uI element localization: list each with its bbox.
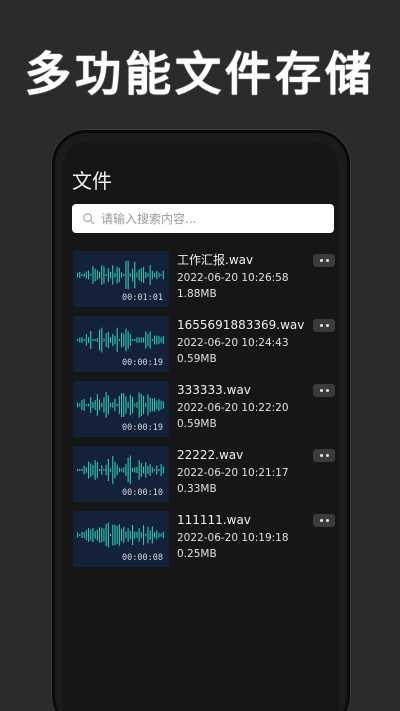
search-bar[interactable] <box>72 204 334 233</box>
duration-label: 00:01:01 <box>122 293 163 303</box>
file-row[interactable]: 00:00:10 22222.wav 2022-06-20 10:21:17 0… <box>73 446 335 503</box>
file-size: 0.59MB <box>177 353 217 365</box>
file-row[interactable]: 00:00:19 333333.wav 2022-06-20 10:22:20 … <box>73 381 335 438</box>
file-meta: 1655691883369.wav 2022-06-20 10:24:43 0.… <box>177 316 304 367</box>
more-icon-dot <box>325 519 329 522</box>
file-size: 0.59MB <box>177 418 217 430</box>
app-screen: 文件 00:01:01 工作汇报.wav 2022-06-20 10:26:58… <box>63 141 339 711</box>
file-meta: 工作汇报.wav 2022-06-20 10:26:58 1.88MB <box>177 251 289 302</box>
waveform-thumbnail: 00:01:01 <box>73 251 169 307</box>
search-icon <box>83 213 95 225</box>
more-icon <box>319 389 323 392</box>
search-input[interactable] <box>101 211 321 226</box>
more-icon-dot <box>325 454 329 457</box>
file-size: 1.88MB <box>177 288 217 300</box>
more-button[interactable] <box>313 449 335 462</box>
phone-frame: 文件 00:01:01 工作汇报.wav 2022-06-20 10:26:58… <box>52 130 350 711</box>
file-timestamp: 2022-06-20 10:24:43 <box>177 337 289 349</box>
file-size: 0.25MB <box>177 548 217 560</box>
more-button[interactable] <box>313 254 335 267</box>
file-name: 1655691883369.wav <box>177 318 305 332</box>
more-icon <box>319 519 323 522</box>
more-icon <box>319 259 323 262</box>
file-timestamp: 2022-06-20 10:21:17 <box>177 467 289 479</box>
file-name: 22222.wav <box>177 448 244 462</box>
file-row[interactable]: 00:00:19 1655691883369.wav 2022-06-20 10… <box>73 316 335 373</box>
duration-label: 00:00:08 <box>122 553 163 563</box>
waveform-thumbnail: 00:00:10 <box>73 446 169 502</box>
file-name: 111111.wav <box>177 513 251 527</box>
more-button[interactable] <box>313 514 335 527</box>
file-meta: 111111.wav 2022-06-20 10:19:18 0.25MB <box>177 511 289 562</box>
more-icon-dot <box>325 389 329 392</box>
file-row[interactable]: 00:01:01 工作汇报.wav 2022-06-20 10:26:58 1.… <box>73 251 335 308</box>
file-list: 00:01:01 工作汇报.wav 2022-06-20 10:26:58 1.… <box>73 251 335 576</box>
more-icon-dot <box>325 324 329 327</box>
duration-label: 00:00:19 <box>122 358 163 368</box>
more-icon-dot <box>325 259 329 262</box>
page-title: 文件 <box>72 169 112 193</box>
duration-label: 00:00:10 <box>122 488 163 498</box>
waveform-thumbnail: 00:00:19 <box>73 316 169 372</box>
more-button[interactable] <box>313 384 335 397</box>
file-timestamp: 2022-06-20 10:26:58 <box>177 272 289 284</box>
file-meta: 333333.wav 2022-06-20 10:22:20 0.59MB <box>177 381 289 432</box>
file-meta: 22222.wav 2022-06-20 10:21:17 0.33MB <box>177 446 289 497</box>
more-icon <box>319 324 323 327</box>
file-name: 工作汇报.wav <box>177 253 254 267</box>
file-row[interactable]: 00:00:08 111111.wav 2022-06-20 10:19:18 … <box>73 511 335 568</box>
waveform-thumbnail: 00:00:08 <box>73 511 169 567</box>
banner-headline: 多功能文件存储 <box>25 47 375 101</box>
file-timestamp: 2022-06-20 10:19:18 <box>177 532 289 544</box>
more-icon <box>319 454 323 457</box>
file-name: 333333.wav <box>177 383 251 397</box>
waveform-thumbnail: 00:00:19 <box>73 381 169 437</box>
bottom-nav <box>63 707 339 711</box>
file-timestamp: 2022-06-20 10:22:20 <box>177 402 289 414</box>
file-size: 0.33MB <box>177 483 217 495</box>
duration-label: 00:00:19 <box>122 423 163 433</box>
more-button[interactable] <box>313 319 335 332</box>
